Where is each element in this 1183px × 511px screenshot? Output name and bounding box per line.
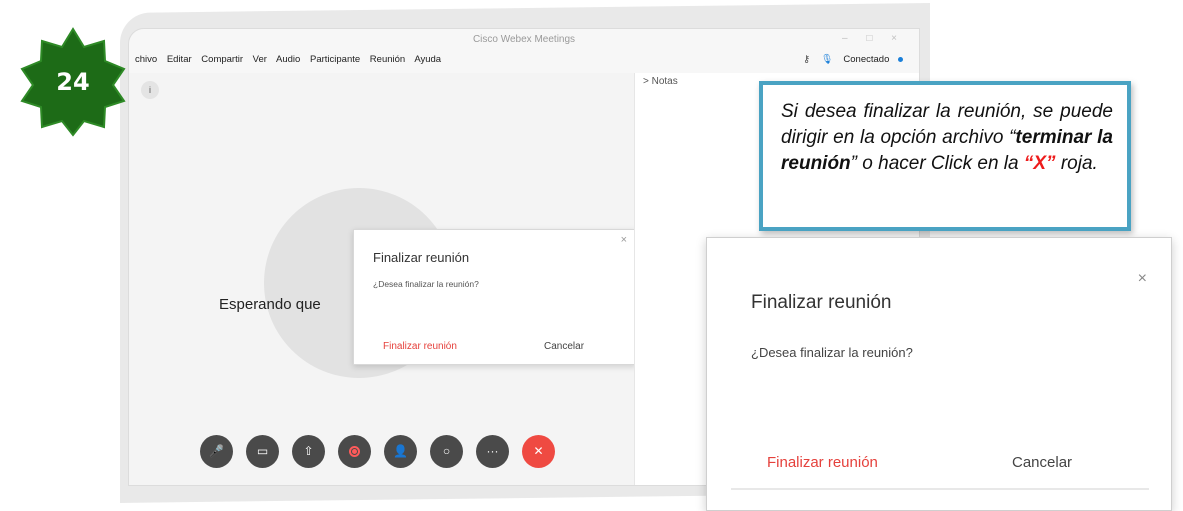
step-badge: 24 [18, 27, 128, 137]
more-icon: ··· [486, 444, 499, 458]
info-icon[interactable]: i [141, 81, 159, 99]
mute-button[interactable]: 🎤 [200, 435, 233, 468]
connected-label: Conectado [843, 54, 890, 65]
menu-item-audio[interactable]: Audio [276, 54, 300, 65]
menu-item-reunion[interactable]: Reunión [370, 54, 405, 65]
record-icon [349, 446, 360, 458]
participants-icon: 👤 [393, 444, 408, 458]
cancel-button[interactable]: Cancelar [544, 341, 584, 352]
instruction-callout: Si desea finalizar la reunión, se puede … [759, 81, 1131, 231]
menu-item-archivo[interactable]: chivo [135, 54, 157, 65]
zoom-divider [731, 488, 1149, 490]
record-button[interactable] [338, 435, 371, 468]
menu-item-ver[interactable]: Ver [253, 54, 267, 65]
participants-button[interactable]: 👤 [384, 435, 417, 468]
video-button[interactable]: ▭ [246, 435, 279, 468]
zoomed-end-meeting-dialog: × Finalizar reunión ¿Desea finalizar la … [706, 237, 1172, 511]
video-stage: i Esperando que × Finalizar reunión ¿Des… [129, 73, 636, 485]
zoom-dialog-question: ¿Desea finalizar la reunión? [751, 345, 913, 360]
camera-icon: ▭ [256, 444, 269, 458]
chat-icon: ○ [442, 444, 451, 458]
close-icon: ✕ [533, 444, 544, 458]
waiting-message: Esperando que [219, 296, 321, 313]
end-meeting-dialog: × Finalizar reunión ¿Desea finalizar la … [353, 229, 636, 365]
connection-status: ⚷ 🎙 Conectado [803, 49, 903, 71]
share-button[interactable]: ⇧ [292, 435, 325, 468]
microphone-icon: 🎤 [209, 444, 224, 458]
step-number: 24 [56, 68, 90, 96]
microphone-icon[interactable]: 🎙 [821, 54, 833, 65]
chat-button[interactable]: ○ [430, 435, 463, 468]
zoom-end-meeting-button[interactable]: Finalizar reunión [767, 454, 878, 471]
callout-red-x: “X” [1023, 152, 1056, 174]
dialog-close-icon[interactable]: × [621, 234, 627, 246]
menu-item-compartir[interactable]: Compartir [201, 54, 243, 65]
zoom-close-icon[interactable]: × [1138, 270, 1147, 288]
more-button[interactable]: ··· [476, 435, 509, 468]
leave-meeting-button[interactable]: ✕ [522, 435, 555, 468]
menu-item-editar[interactable]: Editar [167, 54, 192, 65]
menu-item-ayuda[interactable]: Ayuda [414, 54, 441, 65]
zoom-cancel-button[interactable]: Cancelar [1012, 454, 1072, 471]
key-icon[interactable]: ⚷ [803, 54, 810, 65]
zoom-dialog-title: Finalizar reunión [751, 292, 892, 313]
connected-dot-icon [898, 56, 903, 62]
notes-toggle[interactable]: > Notas [643, 76, 678, 87]
window-title: Cisco Webex Meetings [472, 34, 576, 45]
dialog-title: Finalizar reunión [373, 250, 470, 265]
callout-text-3: roja. [1055, 152, 1098, 174]
end-meeting-button[interactable]: Finalizar reunión [383, 341, 457, 352]
window-controls[interactable]: – □ × [842, 33, 905, 44]
callout-text-2: ” o hacer Click en la [850, 152, 1024, 174]
upload-icon: ⇧ [303, 444, 314, 458]
dialog-question: ¿Desea finalizar la reunión? [373, 279, 479, 289]
menu-item-participante[interactable]: Participante [310, 54, 360, 65]
menu-bar: chivo Editar Compartir Ver Audio Partici… [129, 49, 919, 71]
